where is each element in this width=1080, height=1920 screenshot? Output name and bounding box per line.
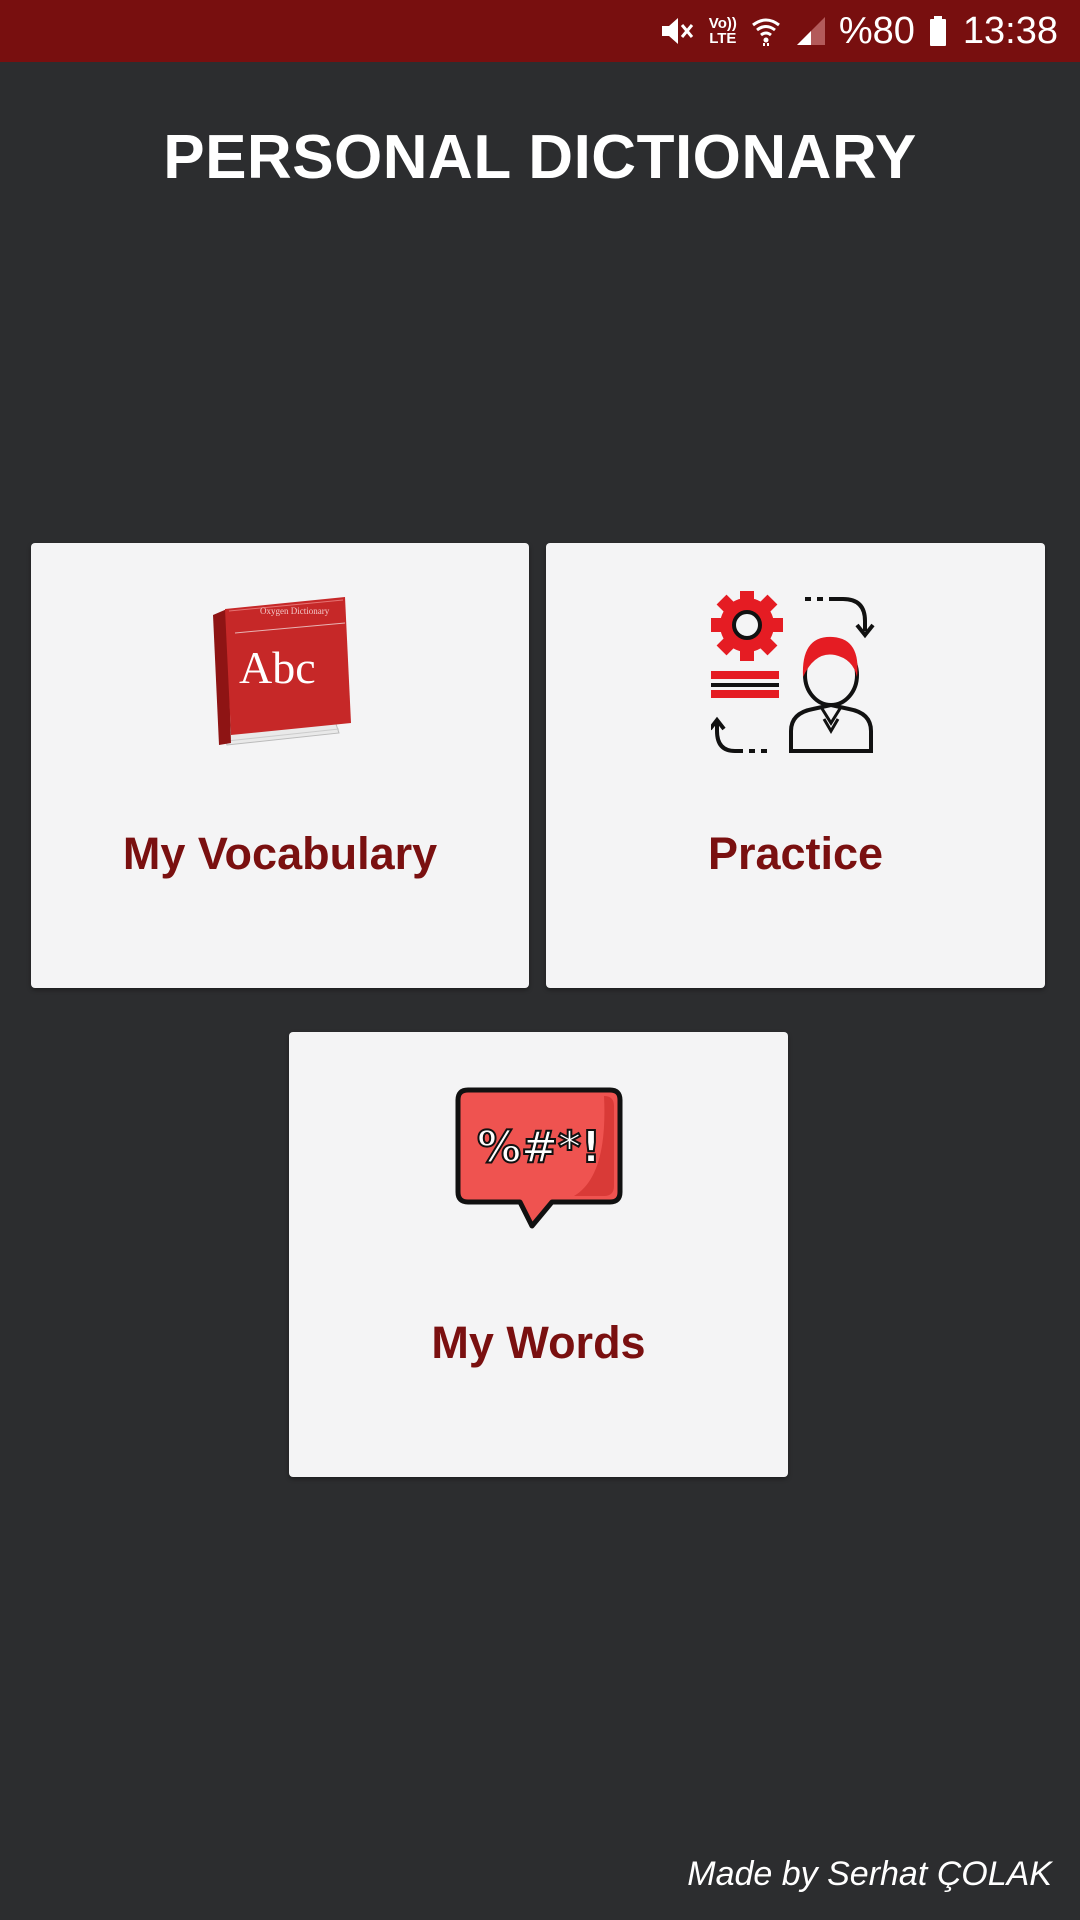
battery-percentage: %80	[838, 9, 915, 52]
volte-bottom-text: LTE	[709, 30, 737, 47]
dictionary-book-icon: Oxygen Dictionary Abc	[205, 593, 355, 758]
footer-credit: Made by Serhat ÇOLAK	[687, 1855, 1052, 1893]
clock: 13:38	[962, 9, 1058, 52]
bubble-symbols: %#*!	[476, 1122, 600, 1173]
practice-person-gear-icon	[707, 589, 881, 766]
book-subtitle: Oxygen Dictionary	[260, 606, 330, 616]
practice-card[interactable]: Practice	[546, 543, 1045, 988]
battery-icon	[929, 15, 947, 47]
signal-icon	[795, 15, 827, 47]
my-words-card[interactable]: %#*! My Words	[289, 1032, 788, 1477]
my-words-label: My Words	[431, 1317, 646, 1368]
volte-icon: Vo)) LTE	[709, 16, 737, 46]
speech-bubble-symbols-icon: %#*!	[454, 1084, 624, 1239]
mute-icon	[659, 15, 695, 47]
page-title: PERSONAL DICTIONARY	[163, 123, 917, 192]
status-bar: Vo)) LTE %80 13:38	[0, 0, 1080, 62]
volte-top-text: Vo))	[708, 15, 737, 32]
wifi-icon	[751, 15, 781, 47]
practice-label: Practice	[707, 828, 884, 879]
book-title: Abc	[239, 642, 316, 693]
my-vocabulary-label: My Vocabulary	[122, 828, 438, 879]
my-vocabulary-card[interactable]: Oxygen Dictionary Abc My Vocabulary	[31, 543, 529, 988]
